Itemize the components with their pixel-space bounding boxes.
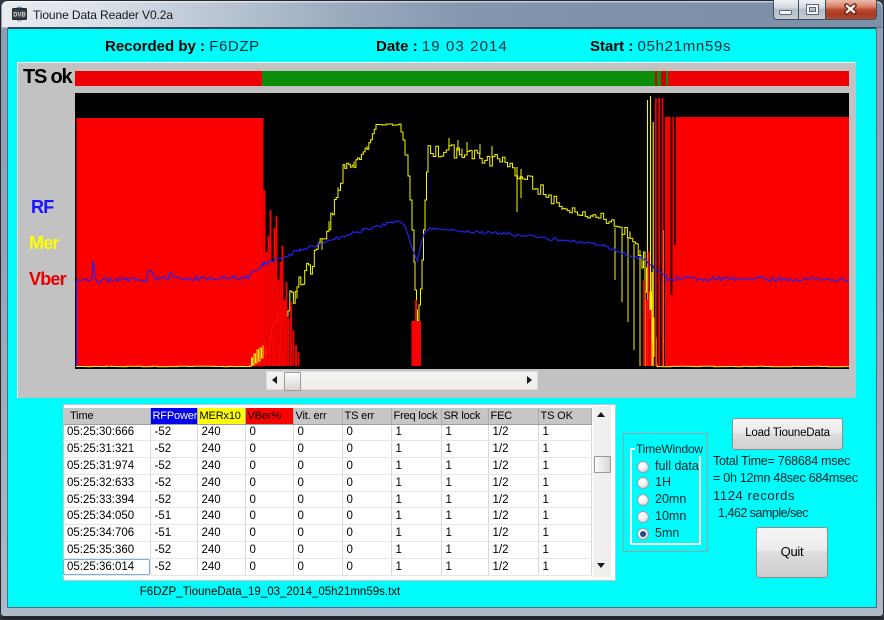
svg-text:DVB: DVB [13, 13, 26, 19]
